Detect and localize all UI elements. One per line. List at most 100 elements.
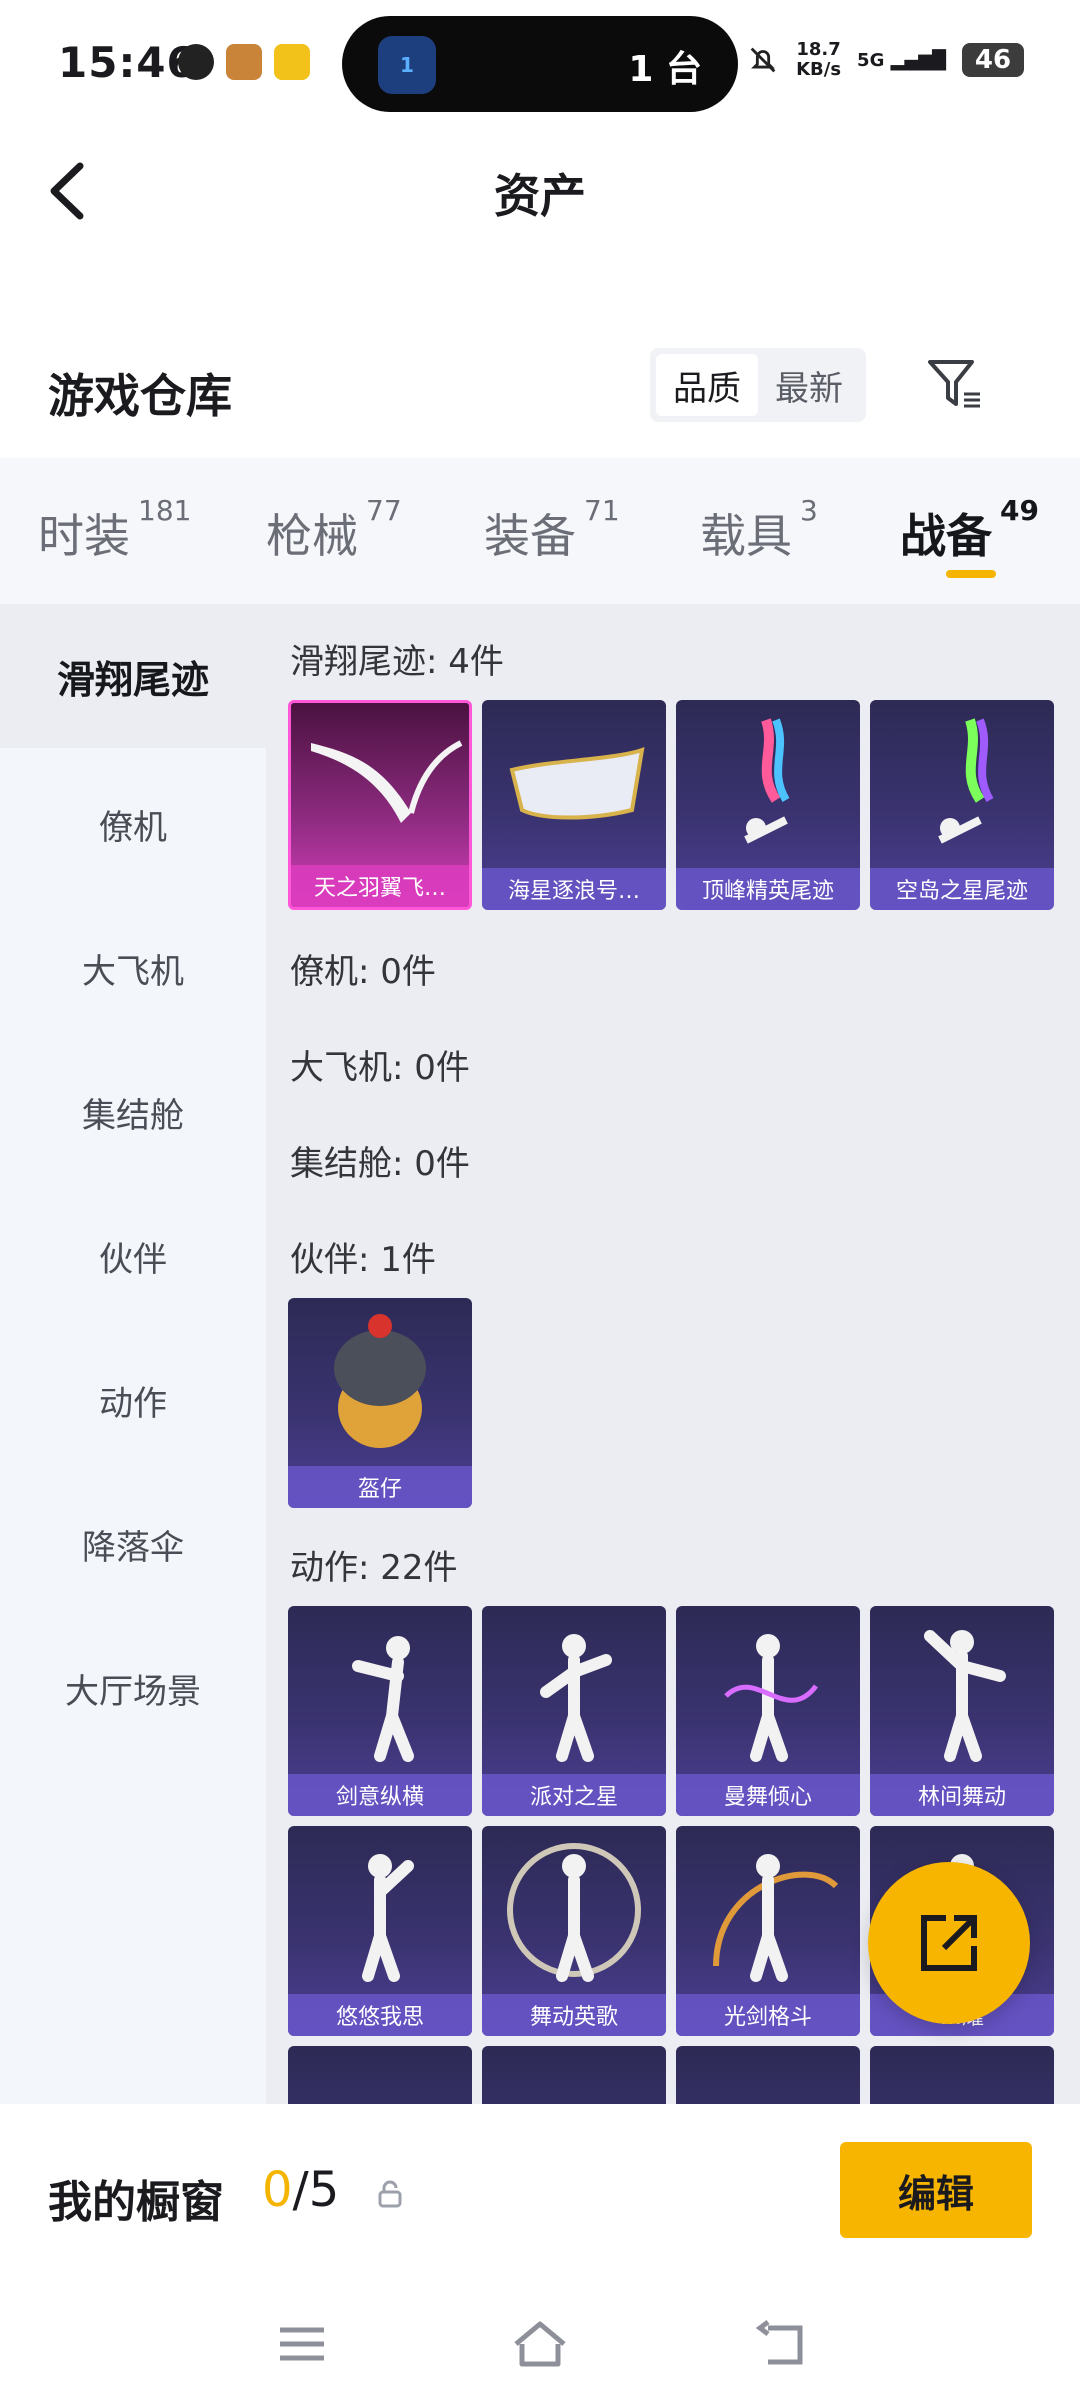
dancer-icon bbox=[362, 1854, 414, 1982]
page-title: 资产 bbox=[494, 169, 586, 223]
sidenav-item-pod[interactable]: 集结舱 bbox=[0, 1088, 266, 1137]
item-name: 盔仔 bbox=[288, 1466, 472, 1508]
rainbow-trail-icon bbox=[938, 718, 994, 844]
item-card[interactable] bbox=[288, 2046, 472, 2104]
helmet-chick-icon bbox=[334, 1314, 426, 1448]
item-name: 剑意纵横 bbox=[288, 1774, 472, 1816]
active-tab-indicator bbox=[946, 570, 996, 578]
item-name: 派对之星 bbox=[482, 1774, 666, 1816]
item-card[interactable]: 顶峰精英尾迹 bbox=[676, 700, 860, 910]
battery-indicator: 46 bbox=[962, 43, 1024, 77]
status-bar: 15:46 1 1 台 18.7 KB/s 5G ▂▄▆█ 46 bbox=[0, 0, 1080, 120]
menu-icon[interactable] bbox=[272, 2314, 332, 2374]
category-tabs: 时装 181 枪械 77 装备 71 载具 3 战备 49 bbox=[0, 458, 1080, 604]
tab-count: 77 bbox=[366, 494, 402, 527]
status-time: 15:46 bbox=[58, 38, 197, 87]
mute-bell-icon bbox=[750, 47, 776, 73]
item-card[interactable]: 海星逐浪号… bbox=[482, 700, 666, 910]
item-name: 曼舞倾心 bbox=[676, 1774, 860, 1816]
item-card[interactable]: 悠悠我思 bbox=[288, 1826, 472, 2036]
item-card[interactable]: 天之羽翼飞… bbox=[288, 700, 472, 910]
group-label-pod: 集结舱: 0件 bbox=[290, 1144, 470, 1184]
group-label-partner: 伙伴: 1件 bbox=[290, 1240, 436, 1280]
home-icon[interactable] bbox=[510, 2314, 570, 2374]
tab-battle-gear[interactable]: 战备 49 bbox=[900, 494, 1039, 566]
tab-fashion[interactable]: 时装 181 bbox=[38, 494, 191, 566]
tab-label: 时装 bbox=[38, 509, 130, 563]
item-card[interactable]: 剑意纵横 bbox=[288, 1606, 472, 1816]
filter-icon[interactable] bbox=[924, 354, 984, 414]
dancer-icon bbox=[724, 1634, 818, 1762]
tab-vehicles[interactable]: 载具 3 bbox=[700, 494, 818, 566]
sidenav-item-partner[interactable]: 伙伴 bbox=[0, 1232, 266, 1281]
tab-label: 战备 bbox=[900, 509, 992, 563]
sidenav-item-emote[interactable]: 动作 bbox=[0, 1376, 266, 1425]
tab-label: 装备 bbox=[484, 509, 576, 563]
sidenav-item-wingman[interactable]: 僚机 bbox=[0, 800, 266, 849]
item-card[interactable]: 空岛之星尾迹 bbox=[870, 700, 1054, 910]
item-card[interactable]: 派对之星 bbox=[482, 1606, 666, 1816]
showcase-count: 0/5 bbox=[262, 2162, 339, 2218]
signal-label: 5G bbox=[857, 49, 885, 71]
island-app-icon: 1 bbox=[378, 36, 436, 94]
item-name: 海星逐浪号… bbox=[482, 868, 666, 910]
tab-count: 71 bbox=[584, 494, 620, 527]
item-card[interactable] bbox=[870, 2046, 1054, 2104]
app-notification-icon bbox=[178, 44, 214, 80]
item-name: 光剑格斗 bbox=[676, 1994, 860, 2036]
share-external-icon bbox=[921, 1915, 977, 1971]
group-label-glide: 滑翔尾迹: 4件 bbox=[290, 642, 504, 682]
island-text: 1 台 bbox=[628, 49, 702, 90]
share-fab[interactable] bbox=[868, 1862, 1030, 2024]
item-card[interactable] bbox=[676, 2046, 860, 2104]
tab-count: 3 bbox=[800, 494, 818, 527]
boat-icon bbox=[509, 747, 645, 820]
group-label-plane: 大飞机: 0件 bbox=[290, 1048, 470, 1088]
net-speed: 18.7 KB/s bbox=[796, 40, 841, 80]
showcase-title: 我的橱窗 bbox=[48, 2177, 224, 2228]
item-name: 空岛之星尾迹 bbox=[870, 868, 1054, 910]
signal-indicator: 5G ▂▄▆█ bbox=[857, 49, 946, 71]
sidenav-item-parachute[interactable]: 降落伞 bbox=[0, 1520, 266, 1569]
item-name: 舞动英歌 bbox=[482, 1994, 666, 2036]
group-label-wingman: 僚机: 0件 bbox=[290, 952, 436, 992]
group-label-emote: 动作: 22件 bbox=[290, 1548, 458, 1588]
sidenav-item-lobby-scene[interactable]: 大厅场景 bbox=[0, 1664, 266, 1713]
rainbow-trail-icon bbox=[744, 718, 790, 844]
feather-wings-icon bbox=[311, 740, 463, 823]
sort-quality-button[interactable]: 品质 bbox=[656, 354, 758, 416]
tab-label: 载具 bbox=[700, 509, 792, 563]
showcase-total: /5 bbox=[292, 2162, 340, 2218]
edit-button[interactable]: 编辑 bbox=[840, 2142, 1032, 2238]
item-card[interactable] bbox=[482, 2046, 666, 2104]
item-card[interactable]: 曼舞倾心 bbox=[676, 1606, 860, 1816]
status-indicators: 18.7 KB/s 5G ▂▄▆█ 46 bbox=[746, 40, 1024, 80]
item-card[interactable]: 盔仔 bbox=[288, 1298, 472, 1508]
tab-equipment[interactable]: 装备 71 bbox=[484, 494, 620, 566]
item-card[interactable]: 光剑格斗 bbox=[676, 1826, 860, 2036]
item-card[interactable]: 林间舞动 bbox=[870, 1606, 1054, 1816]
dancer-icon bbox=[924, 1630, 1006, 1762]
island-badge: 1 bbox=[400, 53, 414, 77]
sidenav-item-glide-trail[interactable]: 滑翔尾迹 bbox=[0, 604, 266, 748]
tab-count: 49 bbox=[1000, 494, 1039, 527]
warehouse-title: 游戏仓库 bbox=[48, 369, 232, 423]
lock-icon bbox=[378, 2180, 402, 2208]
item-name: 天之羽翼飞… bbox=[291, 865, 469, 907]
net-speed-unit: KB/s bbox=[796, 59, 842, 80]
sidenav-item-plane[interactable]: 大飞机 bbox=[0, 944, 266, 993]
dynamic-island[interactable]: 1 1 台 bbox=[342, 16, 738, 112]
sort-toggle: 品质 最新 bbox=[650, 348, 866, 422]
dancer-icon bbox=[540, 1634, 612, 1762]
tab-label: 枪械 bbox=[266, 509, 358, 563]
game-notification-icon bbox=[226, 44, 262, 80]
sort-newest-button[interactable]: 最新 bbox=[758, 354, 860, 416]
item-card[interactable]: 舞动英歌 bbox=[482, 1826, 666, 2036]
back-nav-icon[interactable] bbox=[752, 2314, 812, 2374]
showcase-current: 0 bbox=[262, 2162, 293, 2218]
dancer-icon bbox=[352, 1636, 414, 1762]
item-name: 顶峰精英尾迹 bbox=[676, 868, 860, 910]
item-name: 林间舞动 bbox=[870, 1774, 1054, 1816]
tab-guns[interactable]: 枪械 77 bbox=[266, 494, 402, 566]
tab-count: 181 bbox=[138, 494, 192, 527]
